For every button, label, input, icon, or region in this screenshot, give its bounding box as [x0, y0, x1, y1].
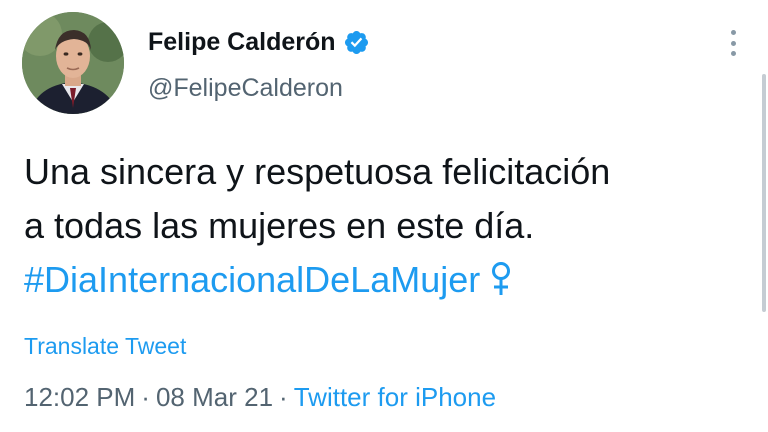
avatar-photo	[22, 12, 124, 114]
author-display-name[interactable]: Felipe Calderón	[148, 26, 336, 58]
tweet-text-line-3: #DiaInternacionalDeLaMujer	[24, 253, 744, 307]
more-vertical-icon[interactable]	[720, 28, 746, 58]
more-dot	[730, 51, 736, 56]
more-dot	[730, 40, 736, 46]
verified-badge-icon	[344, 30, 368, 54]
female-sign-icon	[492, 262, 511, 295]
avatar[interactable]	[22, 12, 124, 114]
tweet-source-link[interactable]: Twitter for iPhone	[294, 382, 496, 412]
author-name-row: Felipe Calderón	[148, 26, 370, 58]
tweet-time[interactable]: 12:02 PM	[24, 382, 135, 412]
tweet-meta: 12:02 PM · 08 Mar 21 · Twitter for iPhone	[24, 380, 496, 414]
author-handle[interactable]: @FelipeCalderon	[148, 72, 343, 104]
scrollbar[interactable]	[762, 74, 766, 312]
tweet-text: Una sincera y respetuosa felicitación a …	[24, 145, 744, 307]
hashtag-link[interactable]: #DiaInternacionalDeLaMujer	[24, 259, 480, 300]
tweet-text-line-1: Una sincera y respetuosa felicitación	[24, 151, 611, 192]
translate-tweet-link[interactable]: Translate Tweet	[24, 331, 186, 361]
more-dot	[730, 30, 736, 35]
tweet-date[interactable]: 08 Mar 21	[156, 382, 273, 412]
tweet-text-line-2: a todas las mujeres en este día.	[24, 205, 535, 246]
meta-separator: ·	[141, 382, 150, 412]
meta-separator: ·	[279, 382, 288, 412]
